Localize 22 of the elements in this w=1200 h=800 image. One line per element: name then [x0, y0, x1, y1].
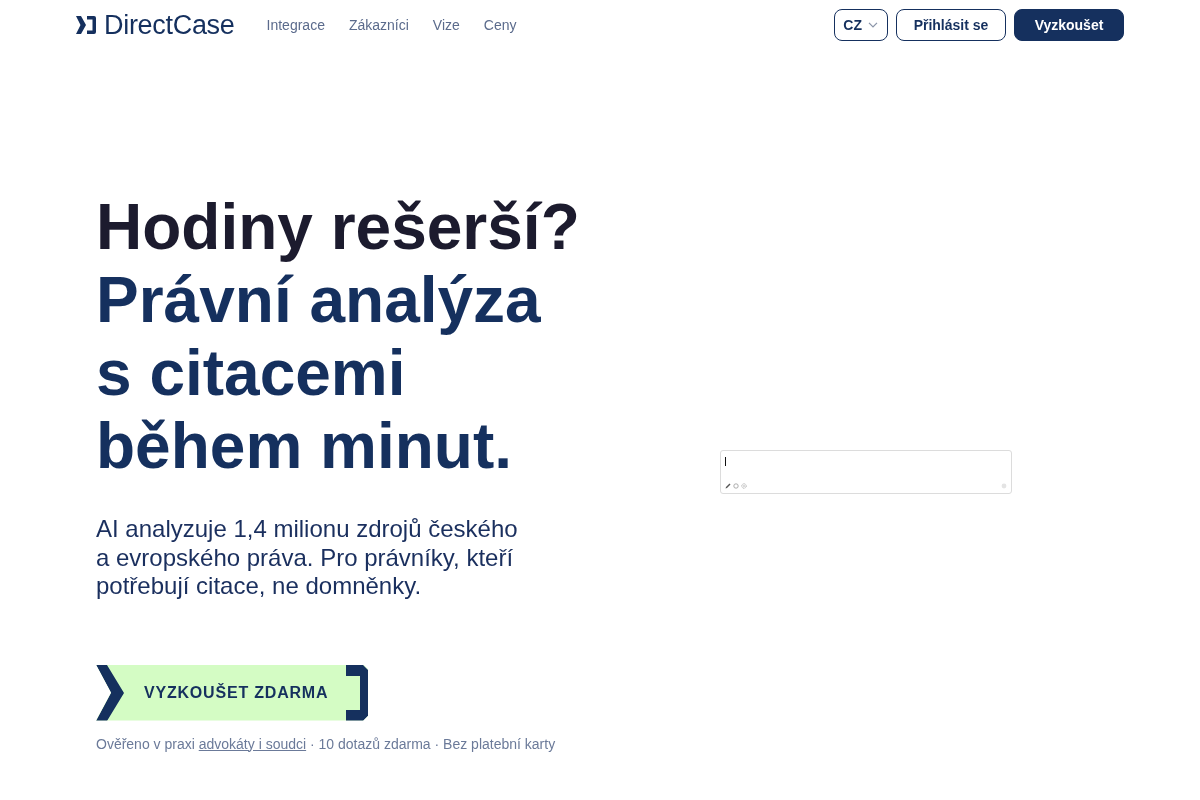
bracket-icon	[346, 664, 369, 721]
language-select[interactable]: CZ	[834, 9, 888, 41]
logo-icon	[76, 15, 96, 35]
nav-link[interactable]: Ceny	[483, 17, 517, 33]
nav-link[interactable]: Integrace	[266, 17, 325, 33]
headline-answer: Právní analýza s citacemi během minut.	[96, 264, 542, 483]
prompt-input-field[interactable]	[719, 449, 1012, 494]
chevron-icon	[96, 664, 124, 721]
nav-link[interactable]: Vize	[432, 17, 460, 33]
login-button[interactable]: Přihlásit se	[896, 9, 1006, 41]
logo-wordmark[interactable]: DirectCase	[104, 11, 235, 39]
chevron-down-icon	[868, 22, 878, 28]
customers-link[interactable]: advokáty i soudci	[198, 735, 307, 752]
hero-subtitle: AI analyzuje 1,4 milionu zdrojů českého a evropského práva. Pro právníky, kteří potřebují citace, ne domněnky.	[96, 515, 519, 601]
send-icon[interactable]	[1000, 482, 1007, 489]
gear-icon[interactable]	[740, 482, 747, 489]
nav-link[interactable]: Zákazníci	[348, 17, 409, 33]
headline-question: Hodiny rešerší?	[96, 191, 580, 264]
try-button[interactable]: Vyzkoušet	[1014, 9, 1124, 41]
trust-note: Ověřeno v praxi advokáty i soudci · 10 dotazů zdarma · Bez platební karty	[96, 734, 556, 753]
pencil-icon[interactable]	[724, 482, 731, 489]
try-free-button[interactable]: VYZKOUŠET ZDARMA	[96, 664, 369, 721]
